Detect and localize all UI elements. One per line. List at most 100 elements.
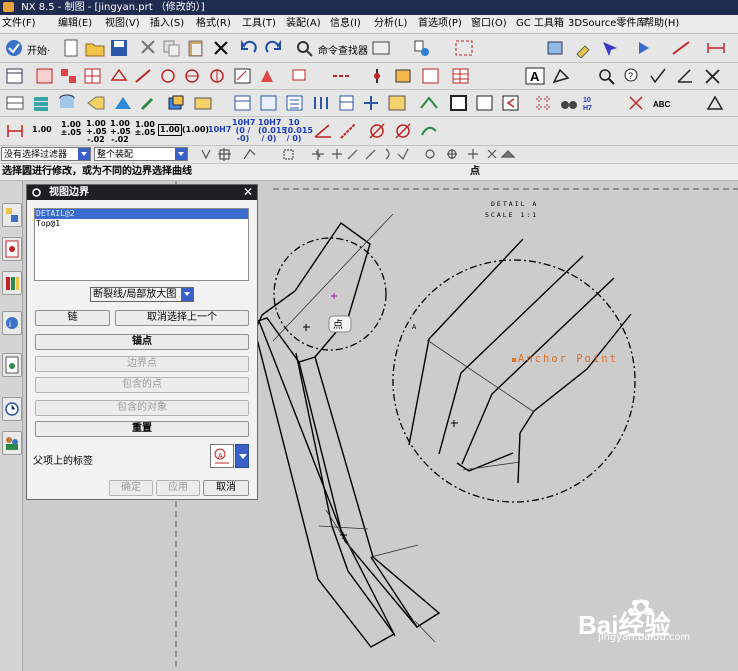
rotate-text-icon[interactable] xyxy=(418,121,440,141)
command-finder-icon[interactable] xyxy=(294,38,316,58)
arrows-icon[interactable] xyxy=(626,93,648,113)
projected-view-icon[interactable] xyxy=(58,66,80,86)
parts-list-icon[interactable] xyxy=(232,93,254,113)
reset-button[interactable]: 重置 xyxy=(35,421,249,437)
list-item[interactable]: DETAIL@2 xyxy=(35,209,248,219)
cell-settings-icon[interactable] xyxy=(336,93,358,113)
text-abc-icon[interactable]: ABC xyxy=(652,93,674,113)
menu-tools[interactable]: 工具(T) xyxy=(242,17,276,31)
ok-button[interactable]: 确定 xyxy=(109,480,153,496)
view-dependent-edit-icon[interactable] xyxy=(290,66,312,86)
close-icon[interactable]: ✕ xyxy=(243,185,253,200)
open-folder-icon[interactable] xyxy=(84,38,106,58)
tolerance-limits-value[interactable]: 10 (0.015 / 0) xyxy=(284,119,313,143)
included-points-button[interactable]: 包含的点 xyxy=(35,377,249,393)
border-left-icon[interactable] xyxy=(500,93,522,113)
roles-icon[interactable] xyxy=(2,431,22,455)
list-item[interactable]: Top@1 xyxy=(35,219,248,229)
border-thin-icon[interactable] xyxy=(474,93,496,113)
tolerance-limit-one-line[interactable]: 1.00 ±.05 xyxy=(134,121,156,137)
display-mode-icon[interactable] xyxy=(370,38,392,58)
fit-view-icon[interactable] xyxy=(453,38,475,58)
menu-view[interactable]: 视图(V) xyxy=(105,17,140,31)
assembly-icon[interactable] xyxy=(112,93,134,113)
anchor-point-marker[interactable] xyxy=(512,358,516,362)
centerline-icon[interactable] xyxy=(330,66,352,86)
play-view-icon[interactable] xyxy=(633,38,655,58)
deselect-previous-button[interactable]: 取消选择上一个 xyxy=(115,310,249,326)
start-icon[interactable] xyxy=(3,38,25,58)
apply-button[interactable]: 应用 xyxy=(156,480,200,496)
grid-crosses-icon[interactable] xyxy=(532,93,554,113)
detail-view-icon[interactable] xyxy=(157,66,179,86)
autoballoon-icon[interactable] xyxy=(284,93,306,113)
undo-icon[interactable] xyxy=(238,38,260,58)
selection-scope-dropdown[interactable]: 整个装配 xyxy=(94,147,188,161)
update-views-icon[interactable] xyxy=(544,38,566,58)
table-format-icon[interactable] xyxy=(4,93,26,113)
diameter-icon[interactable] xyxy=(366,121,388,141)
internet-explorer-icon[interactable]: i xyxy=(2,311,22,335)
show-hide-icon[interactable] xyxy=(410,38,432,58)
history-palette-icon[interactable] xyxy=(2,353,22,377)
fit-tolerance-icon[interactable]: 10 H7 xyxy=(582,93,604,113)
paint-brush-icon[interactable] xyxy=(573,38,595,58)
redo-icon[interactable] xyxy=(262,38,284,58)
crosshatch-icon[interactable] xyxy=(702,66,724,86)
command-finder-label[interactable]: 命令查找器 xyxy=(318,42,368,57)
decimal-places-icon[interactable] xyxy=(312,121,334,141)
tag-icon[interactable] xyxy=(85,93,107,113)
menu-3dsource[interactable]: 3DSource零件库 xyxy=(568,17,646,31)
datum-target-icon[interactable]: ? xyxy=(622,66,644,86)
tolerance-bilateral-one-line[interactable]: 1.00 ±.05 xyxy=(60,121,82,137)
menu-assemblies[interactable]: 装配(A) xyxy=(286,17,321,31)
type-filter-dropdown[interactable]: 没有选择过滤器 xyxy=(1,147,91,161)
included-objects-button[interactable]: 包含的对象 xyxy=(35,400,249,416)
menu-window[interactable]: 窗口(O) xyxy=(471,17,507,31)
new-sheet-icon[interactable] xyxy=(4,66,26,86)
sort-icon[interactable] xyxy=(310,93,332,113)
part-cube-icon[interactable] xyxy=(165,93,187,113)
view-boundary-icon[interactable] xyxy=(232,66,254,86)
tolerance-basic[interactable]: 1.00 xyxy=(158,124,182,136)
paste-icon[interactable] xyxy=(185,38,207,58)
part-navigator-icon[interactable] xyxy=(2,271,22,295)
label-style-dropdown[interactable] xyxy=(235,444,249,468)
tolerance-fit-limits[interactable]: 10H7 (0 / -0) xyxy=(232,119,255,143)
chain-button[interactable]: 链 xyxy=(35,310,110,326)
note-icon[interactable]: A xyxy=(524,66,546,86)
zoom-icon[interactable] xyxy=(596,66,618,86)
boundary-type-dropdown[interactable]: 断裂线/局部放大图 xyxy=(90,287,194,302)
tolerance-fit-plus-minus[interactable]: 10H7 (0.015 / 0) xyxy=(258,119,287,143)
dimension-style-icon[interactable] xyxy=(4,121,26,141)
drafting-sheet-icon[interactable] xyxy=(420,66,442,86)
border-thick-icon[interactable] xyxy=(448,93,470,113)
copy-icon[interactable] xyxy=(161,38,183,58)
delete-icon[interactable] xyxy=(210,38,232,58)
view-grid-icon[interactable] xyxy=(82,66,104,86)
hole-diameter-icon[interactable] xyxy=(392,121,414,141)
menu-analysis[interactable]: 分析(L) xyxy=(374,17,407,31)
assembly-navigator-icon[interactable] xyxy=(2,203,22,227)
bolt-circle-icon[interactable] xyxy=(392,66,414,86)
label-icon[interactable] xyxy=(550,66,572,86)
tolerance-reference[interactable]: (1.00) xyxy=(182,126,209,134)
triangle-icon[interactable] xyxy=(704,93,726,113)
base-view-icon[interactable] xyxy=(34,66,56,86)
half-section-icon[interactable] xyxy=(206,66,228,86)
snap-point-icons[interactable] xyxy=(196,147,526,162)
clock-icon[interactable] xyxy=(2,397,22,421)
edit-annotation-icon[interactable] xyxy=(338,121,360,141)
stack-layers-icon[interactable] xyxy=(30,93,52,113)
tolerance-none[interactable]: 1.00 xyxy=(32,126,52,134)
surface-finish-icon[interactable] xyxy=(648,66,670,86)
hammer-icon[interactable] xyxy=(138,93,160,113)
database-icon[interactable] xyxy=(56,93,78,113)
menu-help[interactable]: 帮助(H) xyxy=(644,17,679,31)
merge-cells-icon[interactable] xyxy=(360,93,382,113)
menu-information[interactable]: 信息(I) xyxy=(330,17,361,31)
color-table-icon[interactable] xyxy=(386,93,408,113)
linear-dimension-icon[interactable] xyxy=(705,38,727,58)
section-line-icon[interactable] xyxy=(133,66,155,86)
revolved-section-icon[interactable] xyxy=(181,66,203,86)
